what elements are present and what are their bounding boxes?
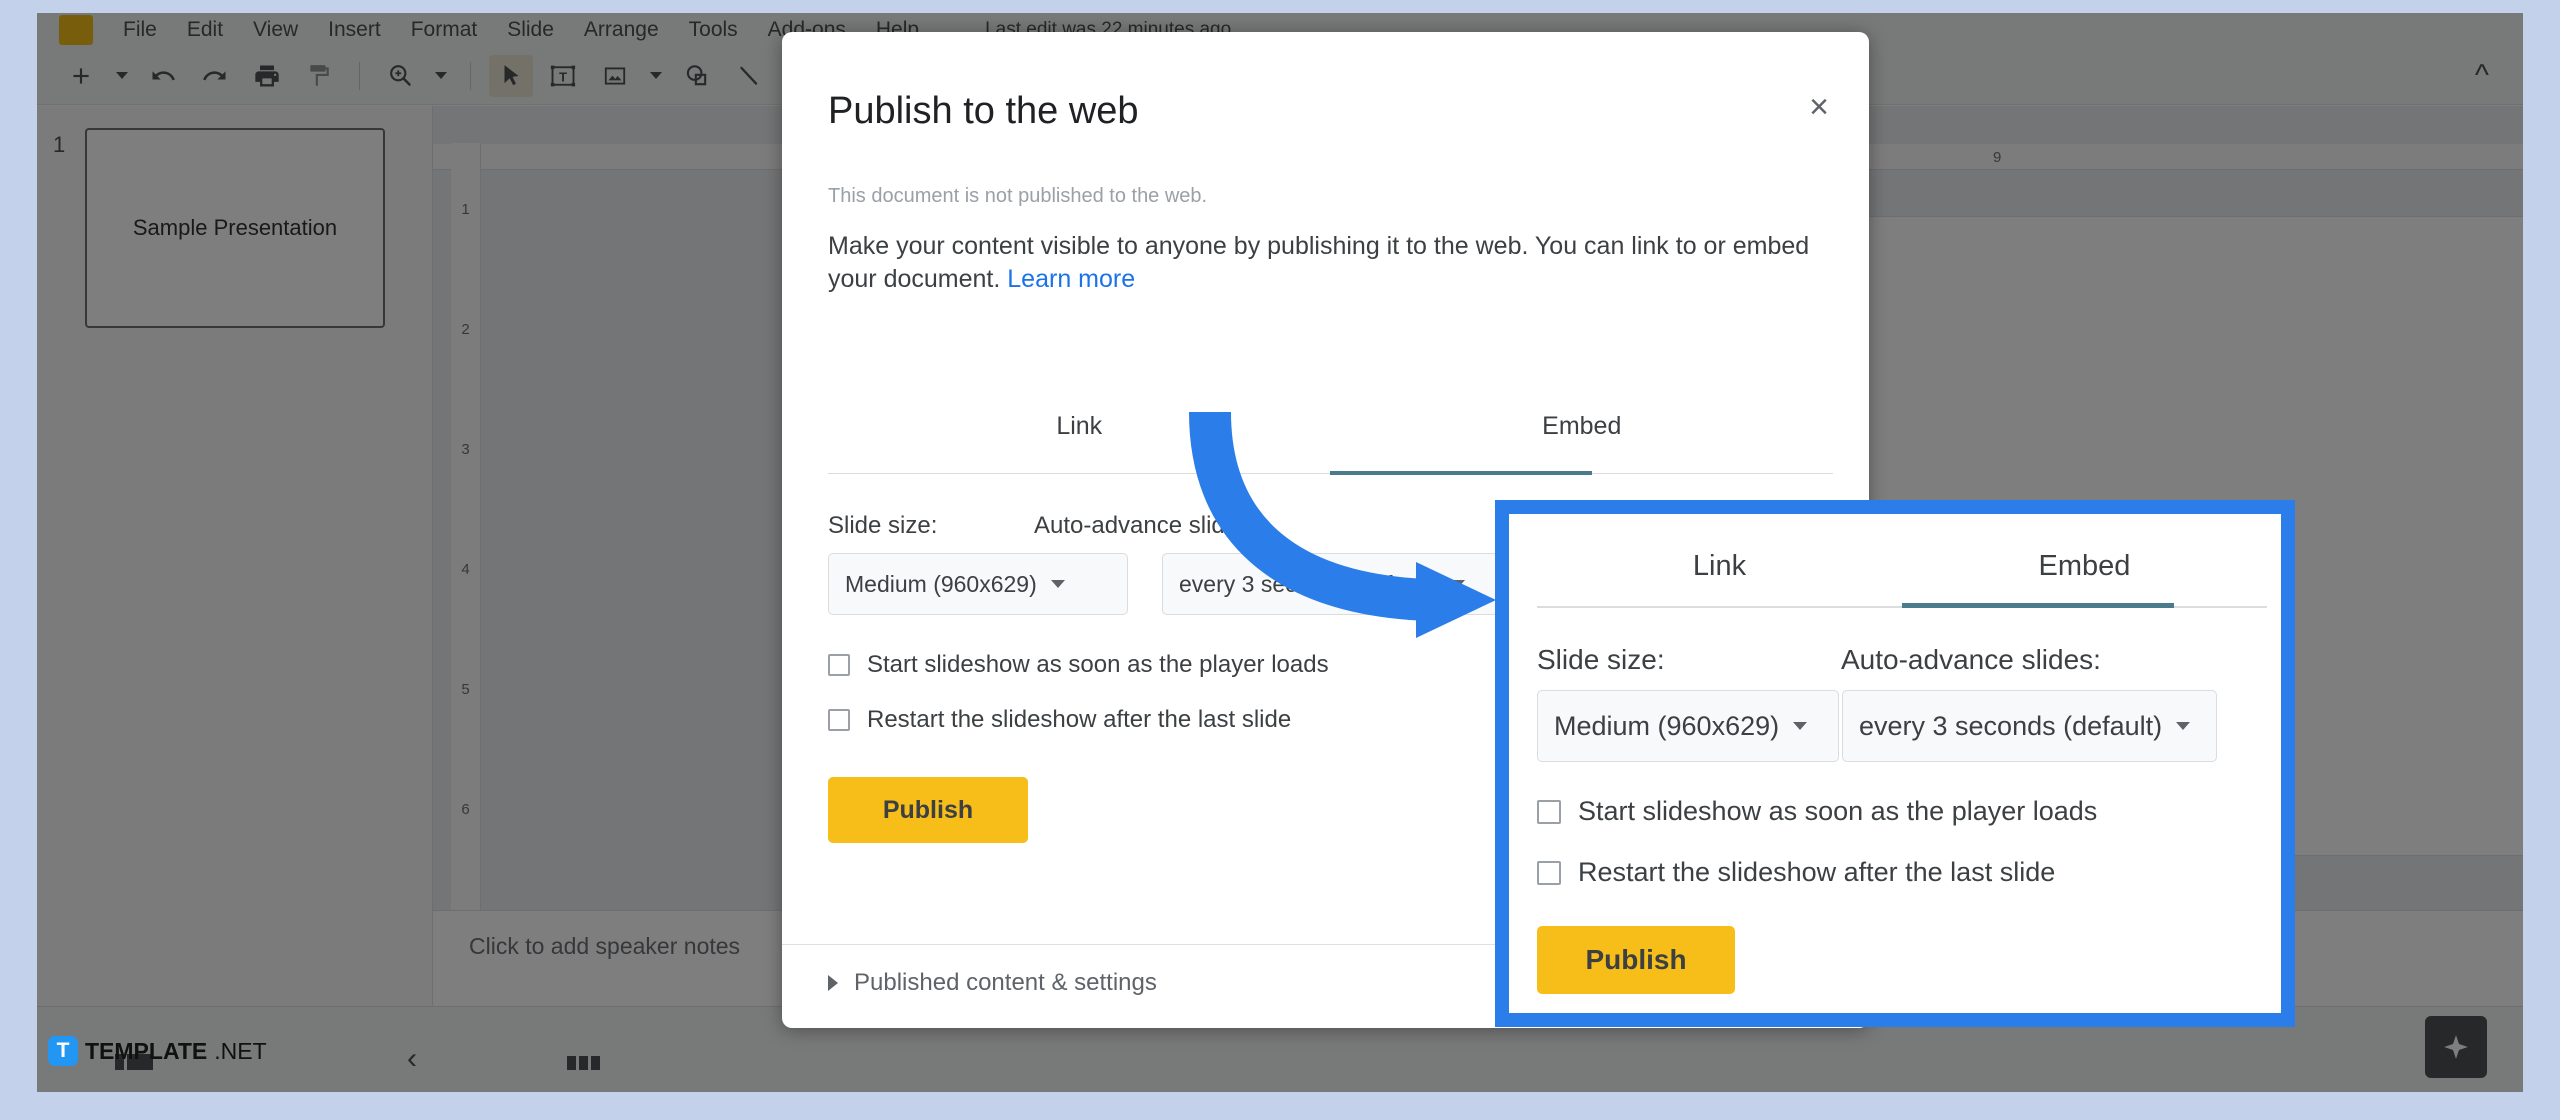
dialog-title: Publish to the web [828, 90, 1139, 132]
dialog-description-text: Make your content visible to anyone by p… [828, 232, 1810, 294]
print-button[interactable] [245, 55, 289, 97]
watermark-tld: .NET [214, 1037, 267, 1064]
restart-slideshow-label: Restart the slideshow after the last sli… [867, 706, 1292, 733]
select-tool-button[interactable] [489, 54, 533, 97]
restart-slideshow-checkbox[interactable] [828, 709, 850, 731]
inset-tab-embed[interactable]: Embed [1902, 550, 2267, 601]
active-tab-indicator [1330, 471, 1592, 475]
inset-slide-size-label: Slide size: [1537, 644, 1665, 675]
inset-start-slideshow-label: Start slideshow as soon as the player lo… [1578, 796, 2098, 826]
line-button[interactable] [727, 55, 771, 97]
insert-image-button[interactable] [593, 55, 637, 97]
restart-slideshow-checkbox-row[interactable]: Restart the slideshow after the last sli… [828, 706, 1291, 734]
chevron-right-icon [828, 975, 838, 991]
template-net-logo-icon: T [48, 1036, 78, 1066]
undo-button[interactable] [141, 55, 185, 97]
slide-thumbnail[interactable]: Sample Presentation [85, 128, 385, 328]
tab-link[interactable]: Link [828, 412, 1331, 461]
menu-item-format[interactable]: Format [411, 18, 478, 42]
auto-advance-select[interactable]: every 3 seconds (default) [1162, 553, 1502, 615]
inset-slide-size-select[interactable]: Medium (960x629) [1537, 690, 1839, 762]
auto-advance-label: Auto-advance slides: [1034, 512, 1257, 539]
shape-button[interactable] [675, 55, 719, 97]
chevron-down-icon [1451, 580, 1466, 588]
slide-size-select[interactable]: Medium (960x629) [828, 553, 1128, 615]
inset-auto-advance-select[interactable]: every 3 seconds (default) [1842, 690, 2217, 762]
ruler-mark-horizontal: 9 [1993, 149, 2002, 166]
vertical-ruler[interactable]: 1 2 3 4 5 6 [451, 143, 481, 912]
chevron-down-icon [1793, 722, 1808, 730]
svg-text:T: T [559, 69, 567, 84]
zoomed-inset-panel: Link Embed Slide size: Auto-advance slid… [1495, 500, 2295, 1027]
paint-format-button[interactable] [297, 55, 341, 97]
tab-embed[interactable]: Embed [1331, 412, 1834, 461]
slide-size-value: Medium (960x629) [845, 570, 1037, 597]
watermark-name: TEMPLATE [85, 1037, 208, 1064]
text-box-button[interactable]: T [541, 55, 585, 97]
menu-item-file[interactable]: File [123, 18, 157, 42]
slide-filmstrip: 1 Sample Presentation [37, 106, 433, 1006]
menu-item-tools[interactable]: Tools [689, 18, 738, 42]
menu-item-edit[interactable]: Edit [187, 18, 223, 42]
grid-view-icon[interactable] [567, 1056, 601, 1072]
slides-logo-icon [59, 15, 93, 45]
inset-start-slideshow-checkbox-row[interactable]: Start slideshow as soon as the player lo… [1537, 796, 2097, 827]
filmstrip-slide-1[interactable]: 1 Sample Presentation [37, 106, 432, 350]
chevron-down-icon [1050, 580, 1065, 588]
insert-image-dropdown[interactable] [645, 55, 667, 97]
template-net-watermark: T TEMPLATE .NET [48, 1036, 267, 1066]
menu-item-view[interactable]: View [253, 18, 298, 42]
ruler-mark-vertical: 6 [461, 801, 470, 818]
start-slideshow-label: Start slideshow as soon as the player lo… [867, 651, 1329, 678]
inset-restart-slideshow-label: Restart the slideshow after the last sli… [1578, 857, 2056, 887]
zoom-dropdown[interactable] [430, 55, 452, 97]
redo-button[interactable] [193, 55, 237, 97]
learn-more-link[interactable]: Learn more [1007, 265, 1135, 293]
inset-restart-slideshow-checkbox-row[interactable]: Restart the slideshow after the last sli… [1537, 857, 2055, 888]
ruler-mark-vertical: 5 [461, 681, 470, 698]
collapse-chevron-left-icon[interactable]: ‹ [407, 1042, 417, 1076]
inset-active-tab-indicator [1902, 603, 2174, 608]
slide-thumbnail-title: Sample Presentation [132, 215, 338, 240]
speaker-notes-placeholder: Click to add speaker notes [469, 933, 741, 959]
ruler-mark-vertical: 2 [461, 321, 470, 338]
dialog-tabs: Link Embed [828, 412, 1833, 461]
menu-item-slide[interactable]: Slide [507, 18, 554, 42]
toolbar-separator [359, 61, 360, 90]
explore-button[interactable] [2425, 1016, 2487, 1078]
published-content-settings-label: Published content & settings [854, 969, 1157, 996]
slide-number: 1 [53, 132, 66, 157]
slide-size-label: Slide size: [828, 512, 938, 539]
toolbar-collapse-chevron-up-icon[interactable]: ^ [2475, 59, 2489, 93]
inset-slide-size-value: Medium (960x629) [1554, 710, 1780, 741]
inset-publish-button[interactable]: Publish [1537, 926, 1735, 994]
chevron-down-icon [2176, 722, 2191, 730]
publish-button[interactable]: Publish [828, 777, 1028, 843]
auto-advance-value: every 3 seconds (default) [1179, 570, 1438, 597]
new-slide-button[interactable] [59, 55, 103, 97]
ruler-mark-vertical: 3 [461, 441, 470, 458]
inset-tab-link[interactable]: Link [1537, 550, 1902, 601]
dialog-description: Make your content visible to anyone by p… [828, 230, 1828, 297]
ruler-mark-vertical: 1 [461, 201, 470, 218]
toolbar-separator [470, 61, 471, 90]
inset-start-slideshow-checkbox[interactable] [1537, 799, 1561, 824]
inset-tabs: Link Embed [1537, 550, 2267, 601]
inset-auto-advance-value: every 3 seconds (default) [1859, 710, 2163, 741]
publish-status-text: This document is not published to the we… [828, 185, 1208, 207]
new-slide-dropdown[interactable] [111, 55, 133, 97]
close-icon[interactable]: × [1809, 90, 1829, 124]
published-content-settings-toggle[interactable]: Published content & settings [828, 969, 1157, 997]
menu-item-arrange[interactable]: Arrange [584, 18, 659, 42]
start-slideshow-checkbox[interactable] [828, 654, 850, 676]
ruler-mark-vertical: 4 [461, 561, 470, 578]
inset-auto-advance-label: Auto-advance slides: [1841, 644, 2101, 675]
inset-restart-slideshow-checkbox[interactable] [1537, 860, 1561, 885]
zoom-button[interactable] [378, 55, 422, 97]
menu-item-insert[interactable]: Insert [328, 18, 381, 42]
start-slideshow-checkbox-row[interactable]: Start slideshow as soon as the player lo… [828, 651, 1329, 679]
